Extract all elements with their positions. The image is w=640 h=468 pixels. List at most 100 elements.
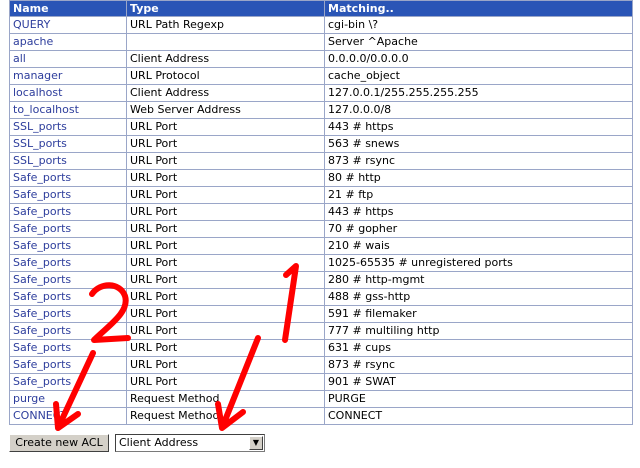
acl-type-cell: URL Port bbox=[126, 169, 325, 187]
acl-type-select-value: Client Address bbox=[119, 436, 199, 449]
acl-name-link[interactable]: localhost bbox=[9, 84, 127, 102]
acl-matching-cell: 1025-65535 # unregistered ports bbox=[324, 254, 633, 272]
table-row: manager URL Protocol cache_object bbox=[9, 67, 633, 85]
acl-name-link[interactable]: SSL_ports bbox=[9, 135, 127, 153]
table-row: Safe_ports URL Port 280 # http-mgmt bbox=[9, 271, 633, 289]
acl-name-link[interactable]: all bbox=[9, 50, 127, 68]
acl-matching-cell: 591 # filemaker bbox=[324, 305, 633, 323]
table-row: localhost Client Address 127.0.0.1/255.255… bbox=[9, 84, 633, 102]
acl-matching-cell: 777 # multiling http bbox=[324, 322, 633, 340]
acl-name-link[interactable]: Safe_ports bbox=[9, 305, 127, 323]
acl-type-cell: URL Port bbox=[126, 373, 325, 391]
table-row: Safe_ports URL Port 1025-65535 # unregiste… bbox=[9, 254, 633, 272]
acl-name-link[interactable]: SSL_ports bbox=[9, 118, 127, 136]
acl-matching-cell: 127.0.0.1/255.255.255.255 bbox=[324, 84, 633, 102]
acl-type-cell: URL Port bbox=[126, 305, 325, 323]
acl-matching-cell: Server ^Apache bbox=[324, 33, 633, 51]
acl-matching-cell: 127.0.0.0/8 bbox=[324, 101, 633, 119]
table-row: QUERY URL Path Regexp cgi-bin \? bbox=[9, 16, 633, 34]
acl-matching-cell: 21 # ftp bbox=[324, 186, 633, 204]
acl-type-cell: URL Port bbox=[126, 254, 325, 272]
acl-matching-cell: 280 # http-mgmt bbox=[324, 271, 633, 289]
column-header-matching: Matching.. bbox=[324, 0, 633, 17]
table-row: Safe_ports URL Port 80 # http bbox=[9, 169, 633, 187]
acl-type-cell: URL Port bbox=[126, 220, 325, 238]
table-row: SSL_ports URL Port 563 # snews bbox=[9, 135, 633, 153]
acl-matching-cell: PURGE bbox=[324, 390, 633, 408]
acl-matching-cell: 873 # rsync bbox=[324, 152, 633, 170]
acl-name-link[interactable]: Safe_ports bbox=[9, 237, 127, 255]
table-row: SSL_ports URL Port 443 # https bbox=[9, 118, 633, 136]
acl-matching-cell: cache_object bbox=[324, 67, 633, 85]
acl-name-link[interactable]: Safe_ports bbox=[9, 254, 127, 272]
acl-name-link[interactable]: purge bbox=[9, 390, 127, 408]
acl-type-cell: Client Address bbox=[126, 50, 325, 68]
acl-matching-cell: 443 # https bbox=[324, 203, 633, 221]
acl-type-cell: URL Port bbox=[126, 118, 325, 136]
column-header-type: Type bbox=[126, 0, 325, 17]
table-row: Safe_ports URL Port 631 # cups bbox=[9, 339, 633, 357]
acl-type-cell: URL Port bbox=[126, 152, 325, 170]
acl-matching-cell: 70 # gopher bbox=[324, 220, 633, 238]
acl-name-link[interactable]: Safe_ports bbox=[9, 271, 127, 289]
acl-name-link[interactable]: Safe_ports bbox=[9, 203, 127, 221]
acl-matching-cell: 488 # gss-http bbox=[324, 288, 633, 306]
acl-type-cell: URL Path Regexp bbox=[126, 16, 325, 34]
acl-matching-cell: 210 # wais bbox=[324, 237, 633, 255]
acl-type-select[interactable]: Client Address ▼ bbox=[115, 434, 265, 452]
acl-table: Name Type Matching.. QUERY URL Path Regex… bbox=[9, 0, 633, 425]
acl-type-cell: Client Address bbox=[126, 84, 325, 102]
acl-name-link[interactable]: SSL_ports bbox=[9, 152, 127, 170]
table-row: CONNECT Request Method CONNECT bbox=[9, 407, 633, 425]
acl-type-cell: URL Port bbox=[126, 288, 325, 306]
acl-name-link[interactable]: manager bbox=[9, 67, 127, 85]
acl-matching-cell: 873 # rsync bbox=[324, 356, 633, 374]
create-new-acl-button[interactable]: Create new ACL bbox=[9, 434, 109, 452]
acl-name-link[interactable]: CONNECT bbox=[9, 407, 127, 425]
table-row: Safe_ports URL Port 21 # ftp bbox=[9, 186, 633, 204]
table-header-row: Name Type Matching.. bbox=[9, 0, 633, 17]
table-row: Safe_ports URL Port 873 # rsync bbox=[9, 356, 633, 374]
acl-type-cell: Web Server Address bbox=[126, 101, 325, 119]
table-row: to_localhost Web Server Address 127.0.0.0/… bbox=[9, 101, 633, 119]
table-row: Safe_ports URL Port 488 # gss-http bbox=[9, 288, 633, 306]
acl-matching-cell: 563 # snews bbox=[324, 135, 633, 153]
acl-type-cell: URL Protocol bbox=[126, 67, 325, 85]
acl-matching-cell: CONNECT bbox=[324, 407, 633, 425]
acl-name-link[interactable]: Safe_ports bbox=[9, 169, 127, 187]
table-row: all Client Address 0.0.0.0/0.0.0.0 bbox=[9, 50, 633, 68]
acl-matching-cell: 901 # SWAT bbox=[324, 373, 633, 391]
table-row: purge Request Method PURGE bbox=[9, 390, 633, 408]
column-header-name: Name bbox=[9, 0, 127, 17]
table-row: SSL_ports URL Port 873 # rsync bbox=[9, 152, 633, 170]
table-row: apache Server ^Apache bbox=[9, 33, 633, 51]
acl-table-container: Name Type Matching.. QUERY URL Path Regex… bbox=[9, 0, 633, 425]
acl-matching-cell: cgi-bin \? bbox=[324, 16, 633, 34]
acl-matching-cell: 80 # http bbox=[324, 169, 633, 187]
table-row: Safe_ports URL Port 591 # filemaker bbox=[9, 305, 633, 323]
acl-type-cell: URL Port bbox=[126, 356, 325, 374]
acl-type-cell: URL Port bbox=[126, 135, 325, 153]
acl-name-link[interactable]: Safe_ports bbox=[9, 288, 127, 306]
acl-name-link[interactable]: Safe_ports bbox=[9, 220, 127, 238]
acl-table-body: QUERY URL Path Regexp cgi-bin \? apache Serv… bbox=[9, 16, 633, 425]
acl-name-link[interactable]: Safe_ports bbox=[9, 322, 127, 340]
table-row: Safe_ports URL Port 70 # gopher bbox=[9, 220, 633, 238]
acl-matching-cell: 631 # cups bbox=[324, 339, 633, 357]
acl-type-cell bbox=[126, 33, 325, 51]
acl-matching-cell: 443 # https bbox=[324, 118, 633, 136]
acl-type-cell: URL Port bbox=[126, 203, 325, 221]
acl-type-cell: URL Port bbox=[126, 322, 325, 340]
table-row: Safe_ports URL Port 443 # https bbox=[9, 203, 633, 221]
acl-name-link[interactable]: apache bbox=[9, 33, 127, 51]
chevron-down-icon[interactable]: ▼ bbox=[249, 436, 263, 450]
acl-name-link[interactable]: Safe_ports bbox=[9, 339, 127, 357]
acl-type-cell: Request Method bbox=[126, 407, 325, 425]
acl-name-link[interactable]: Safe_ports bbox=[9, 356, 127, 374]
acl-name-link[interactable]: to_localhost bbox=[9, 101, 127, 119]
acl-type-cell: URL Port bbox=[126, 339, 325, 357]
acl-type-cell: URL Port bbox=[126, 186, 325, 204]
acl-name-link[interactable]: Safe_ports bbox=[9, 373, 127, 391]
acl-name-link[interactable]: Safe_ports bbox=[9, 186, 127, 204]
acl-name-link[interactable]: QUERY bbox=[9, 16, 127, 34]
